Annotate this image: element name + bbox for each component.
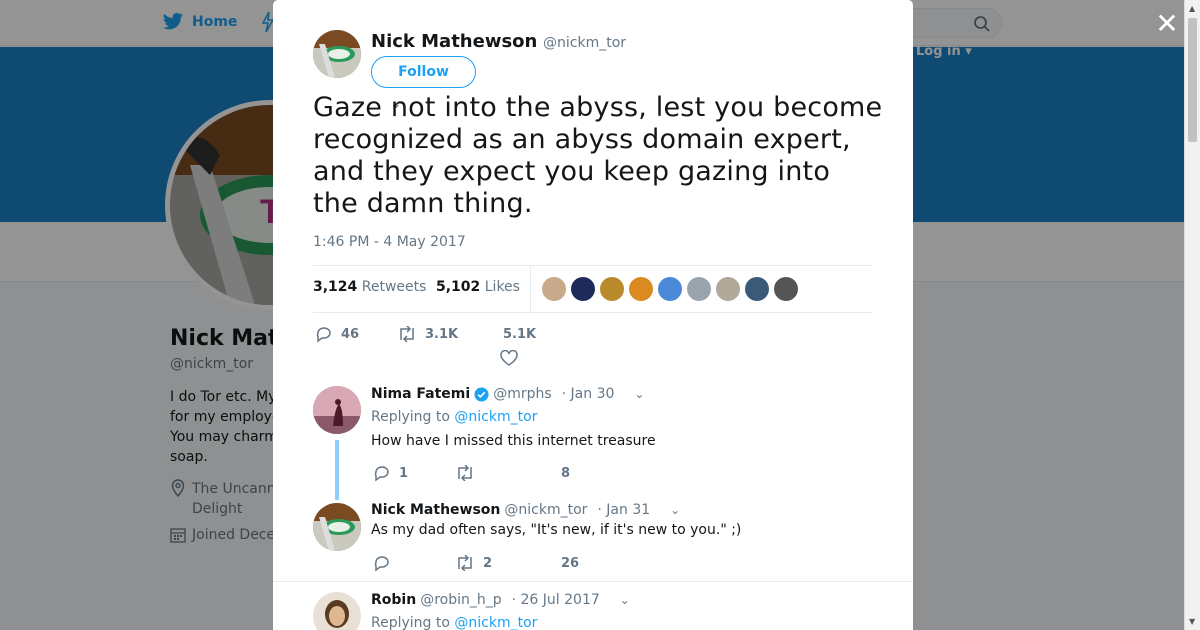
reply-count: 46 [341, 326, 360, 342]
reply-text: As my dad often says, "It's new, if it's… [371, 522, 742, 538]
reply-avatar[interactable] [313, 592, 361, 630]
reply-date[interactable]: · 26 Jul 2017 [512, 592, 600, 608]
liker-avatar[interactable] [774, 277, 798, 301]
reply-icon [374, 466, 389, 482]
likes-stat[interactable]: 5,102 Likes [436, 279, 520, 295]
reply-header: Nick Mathewson @nickm_tor · Jan 31 ⌄ [371, 502, 680, 518]
scroll-down-icon[interactable]: ▼ [1189, 617, 1195, 626]
conversation-divider [273, 581, 913, 582]
stats-divider [530, 266, 531, 312]
reply-actions: 2 26 [373, 554, 579, 572]
reply-avatar[interactable] [313, 503, 361, 551]
tweet-text: Gaze not into the abyss, lest you become… [313, 92, 883, 219]
reply-author-handle[interactable]: @robin_h_p [420, 592, 501, 608]
like-count: 5.1K [503, 327, 537, 342]
replying-to: Replying to @nickm_tor [371, 409, 538, 425]
likers-avatars [542, 277, 798, 301]
reply-button[interactable]: 46 [315, 325, 397, 343]
retweet-icon [458, 555, 472, 571]
tweet-modal: Nick Mathewson @nickm_tor Follow ⌄ Gaze … [273, 0, 913, 630]
author-name[interactable]: Nick Mathewson [371, 31, 537, 52]
like-button[interactable]: 26 [561, 556, 579, 571]
reply-header: Robin @robin_h_p · 26 Jul 2017 ⌄ [371, 592, 630, 608]
like-count: 8 [561, 465, 571, 481]
retweet-button[interactable]: 2 [455, 555, 561, 571]
heart-icon[interactable] [500, 350, 518, 366]
page-scrollbar[interactable]: ▲ ▼ [1184, 0, 1200, 630]
reply-count: 1 [399, 465, 409, 481]
reply-actions: 1 8 [373, 464, 570, 482]
reply-author-handle[interactable]: @nickm_tor [504, 502, 587, 518]
liker-avatar[interactable] [745, 277, 769, 301]
chevron-down-icon[interactable]: ⌄ [620, 593, 630, 607]
like-count: 26 [561, 555, 580, 571]
tweet-actions: 46 3.1K [315, 325, 507, 343]
reply-author-name[interactable]: Nima Fatemi [371, 386, 470, 402]
chevron-down-icon[interactable]: ⌄ [670, 503, 680, 517]
liker-avatar[interactable] [571, 277, 595, 301]
reply-icon [374, 556, 389, 572]
verified-badge-icon [474, 386, 489, 402]
liker-avatar[interactable] [658, 277, 682, 301]
reply-date[interactable]: · Jan 30 [562, 386, 615, 402]
reply-text: How have I missed this internet treasure [371, 433, 656, 449]
reply-author-handle[interactable]: @mrphs [493, 386, 551, 402]
reply-date[interactable]: · Jan 31 [597, 502, 650, 518]
retweet-button[interactable] [455, 465, 561, 481]
liker-avatar[interactable] [600, 277, 624, 301]
close-icon[interactable]: ✕ [1154, 10, 1180, 38]
liker-avatar[interactable] [542, 277, 566, 301]
reply-item: Nick Mathewson @nickm_tor · Jan 31 ⌄ As … [313, 502, 873, 581]
scrollbar-thumb[interactable] [1188, 18, 1197, 142]
replying-to-link[interactable]: @nickm_tor [454, 409, 537, 425]
reply-header: Nima Fatemi @mrphs · Jan 30 ⌄ [371, 386, 644, 402]
chevron-down-icon[interactable]: ⌄ [634, 387, 644, 401]
follow-button[interactable]: Follow [371, 56, 476, 88]
retweet-icon [458, 465, 472, 481]
replying-to-link[interactable]: @nickm_tor [454, 615, 537, 630]
tweet-timestamp[interactable]: 1:46 PM - 4 May 2017 [313, 234, 466, 250]
author-avatar[interactable] [313, 30, 361, 78]
author-handle[interactable]: @nickm_tor [543, 35, 626, 51]
retweet-count: 3.1K [425, 326, 459, 342]
reply-author-name[interactable]: Robin [371, 592, 416, 608]
liker-avatar[interactable] [716, 277, 740, 301]
reply-button[interactable]: 1 [373, 464, 455, 482]
tweet-stats: 3,124 Retweets 5,102 Likes [313, 265, 873, 313]
like-button[interactable]: 5.1K [503, 327, 536, 342]
reply-icon [316, 327, 331, 343]
like-button[interactable]: 8 [561, 466, 570, 481]
retweet-icon [400, 326, 414, 342]
reply-button[interactable] [373, 554, 455, 572]
thread-line [335, 440, 339, 500]
reply-item: Nima Fatemi @mrphs · Jan 30 ⌄ Replying t… [313, 386, 873, 506]
retweet-count: 2 [483, 555, 493, 571]
scroll-up-icon[interactable]: ▲ [1189, 4, 1195, 13]
liker-avatar[interactable] [687, 277, 711, 301]
reply-author-name[interactable]: Nick Mathewson [371, 502, 500, 518]
reply-avatar[interactable] [313, 386, 361, 434]
replying-to: Replying to @nickm_tor [371, 615, 538, 630]
reply-item: Robin @robin_h_p · 26 Jul 2017 ⌄ Replyin… [313, 592, 873, 630]
retweets-stat[interactable]: 3,124 Retweets [313, 279, 426, 295]
retweet-button[interactable]: 3.1K [397, 326, 507, 342]
liker-avatar[interactable] [629, 277, 653, 301]
